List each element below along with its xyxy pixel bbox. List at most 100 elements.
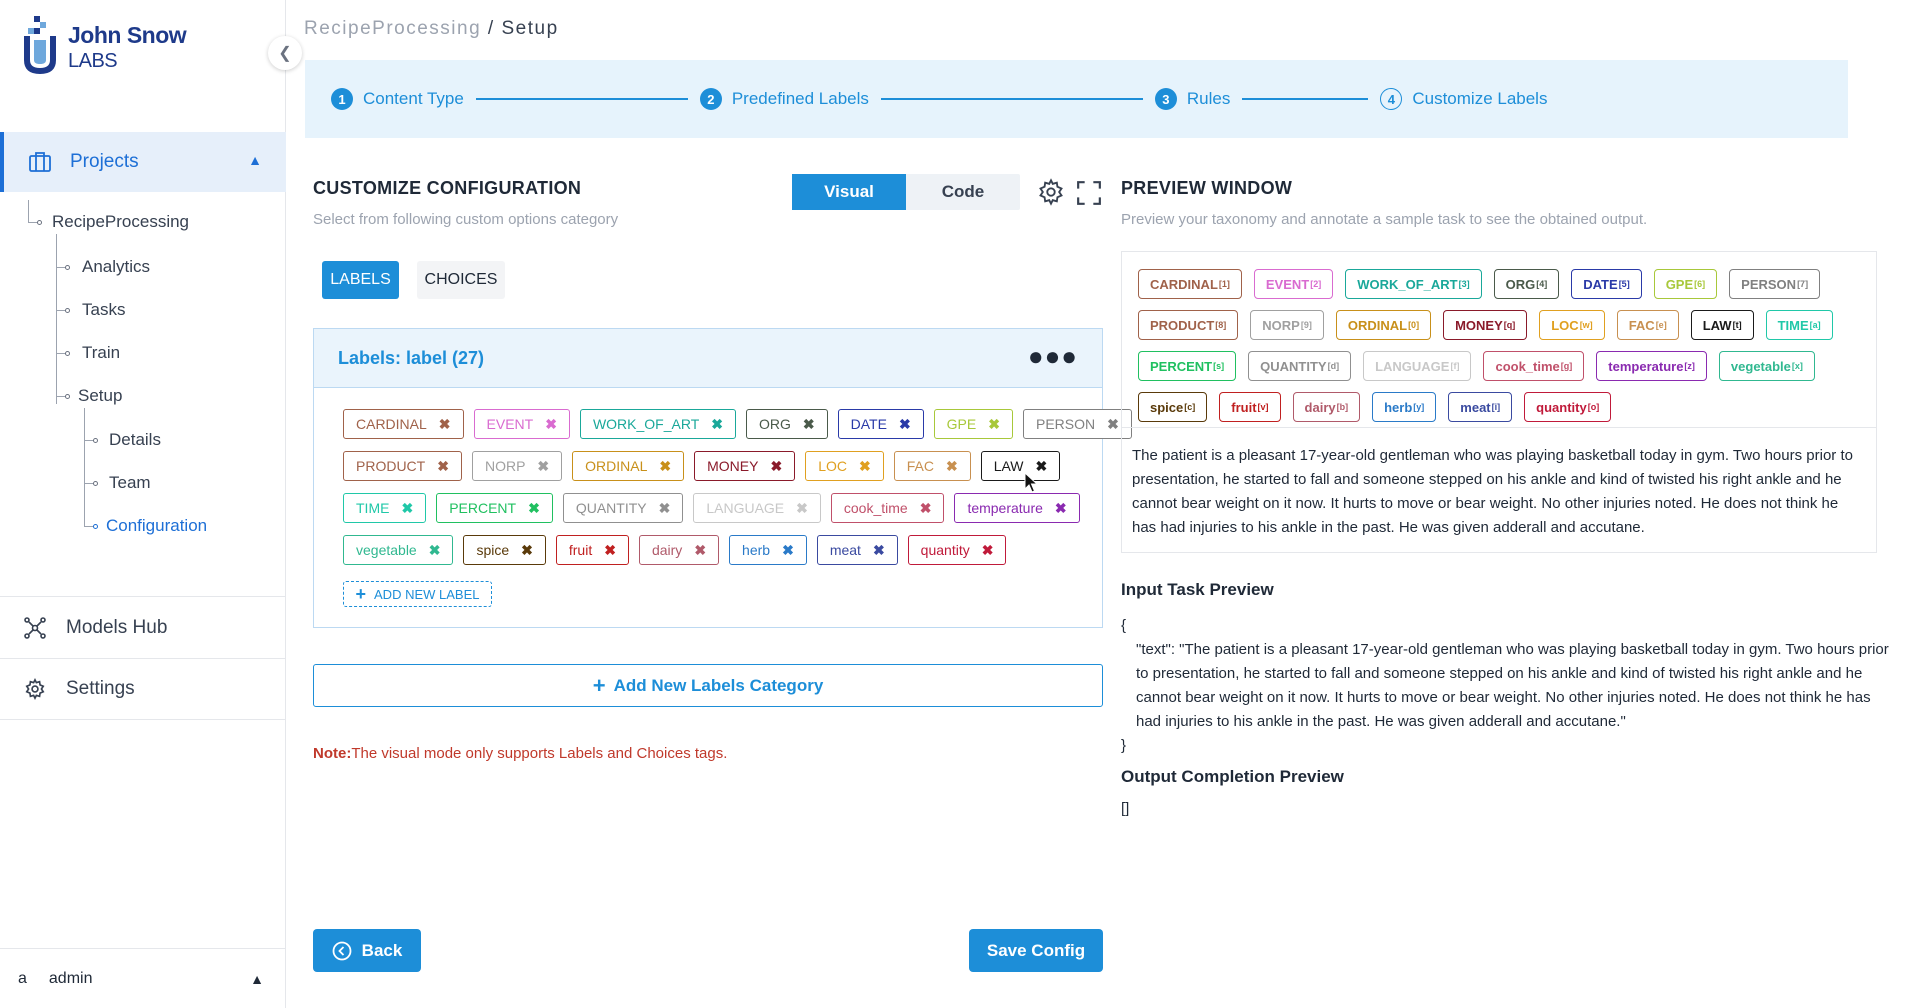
label-chip[interactable]: ORG ✖ bbox=[746, 409, 828, 439]
remove-label-icon[interactable]: ✖ bbox=[803, 416, 815, 433]
remove-label-icon[interactable]: ✖ bbox=[920, 500, 932, 517]
tab-labels[interactable]: LABELS bbox=[322, 261, 399, 299]
preview-label-chip[interactable]: dairy [b] bbox=[1292, 392, 1361, 422]
preview-label-chip[interactable]: WORK_OF_ART [3] bbox=[1345, 269, 1482, 299]
tree-item-details[interactable]: Details bbox=[109, 430, 161, 450]
preview-label-chip[interactable]: spice [c] bbox=[1138, 392, 1208, 422]
label-chip[interactable]: MONEY ✖ bbox=[694, 451, 796, 481]
label-chip[interactable]: PRODUCT ✖ bbox=[343, 451, 462, 481]
label-chip[interactable]: CARDINAL ✖ bbox=[343, 409, 464, 439]
remove-label-icon[interactable]: ✖ bbox=[429, 542, 441, 559]
sidebar-item-models-hub[interactable]: Models Hub bbox=[0, 596, 286, 658]
label-chip[interactable]: TIME ✖ bbox=[343, 493, 427, 523]
preview-label-chip[interactable]: PERCENT [s] bbox=[1138, 351, 1237, 381]
label-chip[interactable]: vegetable ✖ bbox=[343, 535, 454, 565]
remove-label-icon[interactable]: ✖ bbox=[873, 542, 885, 559]
remove-label-icon[interactable]: ✖ bbox=[988, 416, 1000, 433]
remove-label-icon[interactable]: ✖ bbox=[946, 458, 958, 475]
remove-label-icon[interactable]: ✖ bbox=[659, 458, 671, 475]
label-chip[interactable]: FAC ✖ bbox=[893, 451, 971, 481]
remove-label-icon[interactable]: ✖ bbox=[796, 500, 808, 517]
settings-gear-icon[interactable] bbox=[1037, 178, 1065, 206]
tree-item-configuration[interactable]: Configuration bbox=[106, 516, 207, 536]
preview-label-chip[interactable]: EVENT [2] bbox=[1253, 269, 1334, 299]
label-chip[interactable]: meat ✖ bbox=[816, 535, 898, 565]
label-chip[interactable]: ORDINAL ✖ bbox=[572, 451, 685, 481]
preview-label-chip[interactable]: GPE [6] bbox=[1653, 269, 1718, 299]
step-content-type[interactable]: 1 Content Type bbox=[331, 88, 464, 110]
step-rules[interactable]: 3 Rules bbox=[1154, 88, 1230, 110]
breadcrumb-project[interactable]: RecipeProcessing bbox=[304, 18, 481, 39]
tree-project-recipeprocessing[interactable]: RecipeProcessing bbox=[52, 212, 189, 232]
preview-label-chip[interactable]: temperature [z] bbox=[1596, 351, 1707, 381]
sidebar-item-settings[interactable]: Settings bbox=[0, 658, 286, 720]
preview-label-chip[interactable]: NORP [9] bbox=[1250, 310, 1324, 340]
tree-item-setup[interactable]: Setup bbox=[78, 386, 122, 406]
preview-label-chip[interactable]: vegetable [x] bbox=[1718, 351, 1815, 381]
label-chip[interactable]: QUANTITY ✖ bbox=[562, 493, 684, 523]
preview-label-chip[interactable]: DATE [5] bbox=[1571, 269, 1642, 299]
remove-label-icon[interactable]: ✖ bbox=[1055, 500, 1067, 517]
remove-label-icon[interactable]: ✖ bbox=[982, 542, 994, 559]
label-chip[interactable]: DATE ✖ bbox=[837, 409, 924, 439]
preview-label-chip[interactable]: meat [i] bbox=[1448, 392, 1513, 422]
preview-label-chip[interactable]: CARDINAL [1] bbox=[1138, 269, 1242, 299]
label-chip[interactable]: fruit ✖ bbox=[555, 535, 629, 565]
label-chip[interactable]: cook_time ✖ bbox=[830, 493, 945, 523]
remove-label-icon[interactable]: ✖ bbox=[899, 416, 911, 433]
remove-label-icon[interactable]: ✖ bbox=[545, 416, 557, 433]
label-chip[interactable]: GPE ✖ bbox=[933, 409, 1013, 439]
label-chip[interactable]: spice ✖ bbox=[463, 535, 546, 565]
remove-label-icon[interactable]: ✖ bbox=[1107, 416, 1119, 433]
tree-item-train[interactable]: Train bbox=[82, 343, 120, 363]
preview-label-chip[interactable]: TIME [a] bbox=[1765, 310, 1833, 340]
label-chip[interactable]: PERCENT ✖ bbox=[436, 493, 553, 523]
mode-visual-button[interactable]: Visual bbox=[792, 174, 906, 210]
label-chip[interactable]: dairy ✖ bbox=[638, 535, 720, 565]
remove-label-icon[interactable]: ✖ bbox=[401, 500, 413, 517]
back-button[interactable]: Back bbox=[313, 929, 421, 972]
sidebar-item-projects[interactable]: Projects ▲ bbox=[0, 132, 286, 192]
label-chip[interactable]: WORK_OF_ART ✖ bbox=[579, 409, 736, 439]
remove-label-icon[interactable]: ✖ bbox=[694, 542, 706, 559]
label-chip[interactable]: PERSON ✖ bbox=[1022, 409, 1132, 439]
preview-label-chip[interactable]: LOC [w] bbox=[1539, 310, 1605, 340]
remove-label-icon[interactable]: ✖ bbox=[859, 458, 871, 475]
label-chip[interactable]: herb ✖ bbox=[729, 535, 807, 565]
preview-label-chip[interactable]: LAW [t] bbox=[1690, 310, 1754, 340]
label-chip[interactable]: NORP ✖ bbox=[471, 451, 563, 481]
tree-item-team[interactable]: Team bbox=[109, 473, 151, 493]
preview-label-chip[interactable]: PERSON [7] bbox=[1729, 269, 1821, 299]
label-chip[interactable]: LANGUAGE ✖ bbox=[693, 493, 821, 523]
remove-label-icon[interactable]: ✖ bbox=[604, 542, 616, 559]
sidebar-collapse-button[interactable]: ❮ bbox=[268, 36, 302, 70]
remove-label-icon[interactable]: ✖ bbox=[659, 500, 671, 517]
label-chip[interactable]: quantity ✖ bbox=[907, 535, 1007, 565]
remove-label-icon[interactable]: ✖ bbox=[711, 416, 723, 433]
save-config-button[interactable]: Save Config bbox=[969, 929, 1103, 972]
label-chip[interactable]: LOC ✖ bbox=[805, 451, 884, 481]
add-labels-category-button[interactable]: + Add New Labels Category bbox=[313, 664, 1103, 707]
preview-label-chip[interactable]: LANGUAGE [f] bbox=[1363, 351, 1472, 381]
preview-label-chip[interactable]: herb [y] bbox=[1372, 392, 1437, 422]
labels-panel-header[interactable]: Labels: label (27) ●●● bbox=[314, 329, 1102, 388]
preview-label-chip[interactable]: cook_time [g] bbox=[1483, 351, 1585, 381]
tree-item-analytics[interactable]: Analytics bbox=[82, 257, 150, 277]
preview-label-chip[interactable]: quantity [o] bbox=[1524, 392, 1612, 422]
chevron-up-icon[interactable]: ▲ bbox=[250, 971, 264, 987]
preview-label-chip[interactable]: MONEY [q] bbox=[1443, 310, 1528, 340]
preview-label-chip[interactable]: FAC [e] bbox=[1616, 310, 1679, 340]
brand-logo[interactable]: John Snow LABS bbox=[22, 16, 187, 76]
step-customize-labels[interactable]: 4 Customize Labels bbox=[1380, 88, 1547, 110]
chevron-up-icon[interactable]: ▲ bbox=[248, 152, 262, 168]
preview-label-chip[interactable]: fruit [v] bbox=[1219, 392, 1281, 422]
label-chip[interactable]: temperature ✖ bbox=[954, 493, 1080, 523]
preview-task-text[interactable]: The patient is a pleasant 17-year-old ge… bbox=[1132, 444, 1862, 540]
preview-label-chip[interactable]: ORDINAL [0] bbox=[1335, 310, 1432, 340]
fullscreen-icon[interactable] bbox=[1076, 180, 1102, 206]
label-chip[interactable]: LAW ✖ bbox=[980, 451, 1061, 481]
remove-label-icon[interactable]: ✖ bbox=[528, 500, 540, 517]
preview-label-chip[interactable]: QUANTITY [d] bbox=[1248, 351, 1352, 381]
remove-label-icon[interactable]: ✖ bbox=[537, 458, 549, 475]
preview-label-chip[interactable]: PRODUCT [8] bbox=[1138, 310, 1239, 340]
